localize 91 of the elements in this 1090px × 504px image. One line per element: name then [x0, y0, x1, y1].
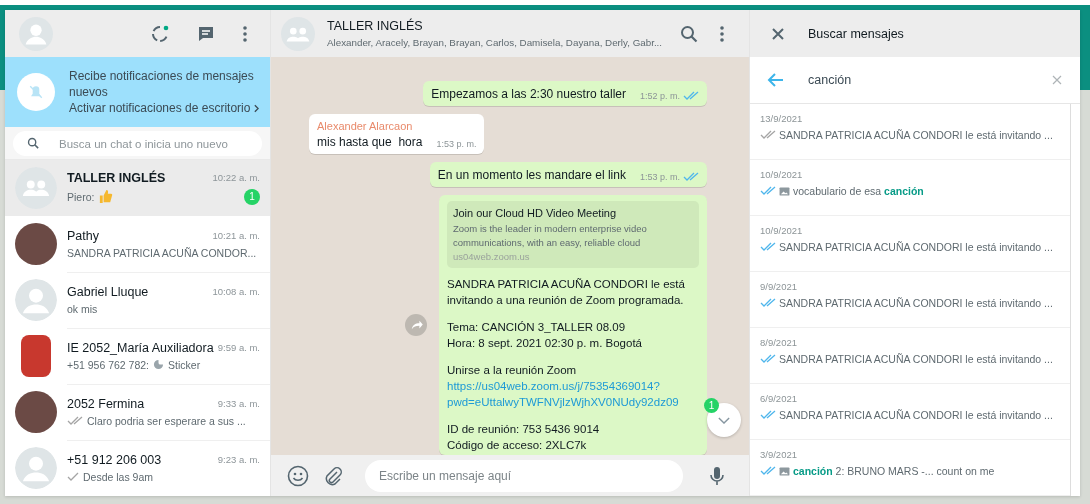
- chat-name: +51 912 206 003: [67, 452, 163, 467]
- default-avatar-icon: [15, 279, 57, 321]
- group-members: Alexander, Aracely, Brayan, Brayan, Carlos, Damisela, Dayana, Derly, Gabr...: [327, 35, 663, 50]
- message-text: Empezamos a las 2:30 nuestro taller: [431, 87, 626, 101]
- chat-time: 9:59 a. m.: [217, 342, 260, 353]
- chat-name: IE 2052_María Auxiliadora: [67, 340, 214, 355]
- chat-name: Pathy: [67, 228, 100, 243]
- chat-title[interactable]: TALLER INGLÉS: [327, 17, 663, 35]
- link-preview-title: Join our Cloud HD Video Meeting: [453, 207, 618, 219]
- chevron-down-icon: [718, 416, 730, 424]
- search-icon[interactable]: [679, 23, 699, 44]
- link-preview-card[interactable]: Join our Cloud HD Video Meeting Zoom is the leader in modern enterprise video communications, with an easy, reliable cloud us04web.zoom.us: [447, 201, 699, 268]
- result-date: 10/9/2021: [760, 169, 804, 180]
- message-sender: Piero:: [67, 190, 95, 203]
- result-date: 10/9/2021: [760, 225, 804, 236]
- unread-count: 1: [244, 188, 260, 205]
- message-preview: Claro podria ser esperare a sus ...: [87, 414, 246, 427]
- message-time: 1:53 p. m.: [639, 172, 680, 182]
- search-result[interactable]: 6/9/2021 SANDRA PATRICIA ACUÑA CONDORI le está invitando ...: [750, 384, 1070, 440]
- search-result[interactable]: 10/9/2021 SANDRA PATRICIA ACUÑA CONDORI le está invitando ...: [750, 216, 1070, 272]
- logo-placeholder: [21, 335, 51, 377]
- chat-name: Gabriel Lluque: [67, 284, 150, 299]
- message-text: SANDRA PATRICIA ACUÑA CONDORI le está invitando a una reunión de Zoom programada.: [447, 277, 686, 308]
- message-preview: Desde las 9am: [83, 470, 154, 483]
- message-input[interactable]: Escribe un mensaje aquí: [365, 459, 683, 492]
- chat-search-field[interactable]: Busca un chat o inicia uno nuevo: [13, 131, 262, 156]
- panel-title: Buscar mensajes: [808, 26, 904, 41]
- message-author: Alexander Alarcaon: [317, 120, 414, 132]
- chat-name: 2052 Fermina: [67, 396, 146, 411]
- result-text: vocabulario de esa canción: [793, 185, 924, 197]
- chat-time: 9:33 a. m.: [217, 398, 260, 409]
- result-text: SANDRA PATRICIA ACUÑA CONDORI le está invitando ...: [779, 297, 1053, 309]
- message-text: Unirse a la reunión Zoom: [447, 363, 578, 378]
- chat-time: 9:23 a. m.: [217, 454, 260, 465]
- chat-list-item[interactable]: TALLER INGLÉS 10:22 a. m. Piero: 1: [5, 160, 270, 216]
- result-date: 9/9/2021: [760, 281, 798, 292]
- enable-notifications-link[interactable]: Activar notificaciones de escritorio: [69, 100, 251, 116]
- group-avatar-icon: [15, 167, 57, 209]
- default-avatar-icon: [15, 447, 57, 489]
- chat-list-item[interactable]: IE 2052_María Auxiliadora 9:59 a. m. +51 956 762 782: Sticker: [5, 328, 270, 384]
- microphone-icon[interactable]: [707, 465, 727, 486]
- sticker-icon: [153, 359, 165, 370]
- result-text: canción 2: BRUNO MARS -... count on me: [793, 465, 995, 477]
- search-result[interactable]: 9/9/2021 SANDRA PATRICIA ACUÑA CONDORI le está invitando ...: [750, 272, 1070, 328]
- chat-time: 10:08 a. m.: [212, 286, 260, 297]
- message-text: En un momento les mandare el link: [437, 168, 626, 182]
- thumbs-up-icon: [98, 189, 114, 204]
- result-text: SANDRA PATRICIA ACUÑA CONDORI le está invitando ...: [779, 241, 1053, 253]
- message-text: Hora: 8 sept. 2021 02:30 p. m. Bogotá: [447, 336, 643, 351]
- chevron-right-icon[interactable]: [254, 103, 260, 113]
- chat-time: 10:22 a. m.: [212, 172, 260, 183]
- search-result[interactable]: 13/9/2021 SANDRA PATRICIA ACUÑA CONDORI le está invitando ...: [750, 104, 1070, 160]
- result-text: SANDRA PATRICIA ACUÑA CONDORI le está invitando ...: [779, 129, 1053, 141]
- search-result[interactable]: 8/9/2021 SANDRA PATRICIA ACUÑA CONDORI le está invitando ...: [750, 328, 1070, 384]
- chat-list-item[interactable]: 2052 Fermina 9:33 a. m. Claro podria ser esperare a sus ...: [5, 384, 270, 440]
- chat-name: TALLER INGLÉS: [67, 170, 167, 185]
- message-text: mis hasta que hora: [317, 135, 423, 149]
- double-tick-icon: [67, 415, 83, 426]
- link-preview-domain: us04web.zoom.us: [453, 250, 531, 264]
- paperclip-icon[interactable]: [323, 465, 343, 486]
- message-time: 1:53 p. m.: [436, 139, 477, 149]
- search-result[interactable]: 10/9/2021 vocabulario de esa canción: [750, 160, 1070, 216]
- search-result[interactable]: 3/9/2021 canción 2: BRUNO MARS -... count on me: [750, 440, 1070, 496]
- message-text: Código de acceso: 2XLC7k: [447, 438, 588, 453]
- result-date: 13/9/2021: [760, 113, 804, 124]
- emoji-icon[interactable]: [287, 464, 309, 487]
- chat-time: 10:21 a. m.: [212, 230, 260, 241]
- tick-icon: [67, 471, 79, 482]
- message-time: 1:52 p. m.: [639, 91, 680, 101]
- message-preview: SANDRA PATRICIA ACUÑA CONDOR...: [67, 246, 257, 259]
- result-date: 6/9/2021: [760, 393, 798, 404]
- status-icon[interactable]: [150, 23, 170, 44]
- menu-icon[interactable]: [242, 23, 248, 44]
- chat-list-item[interactable]: +51 912 206 003 9:23 a. m. Desde las 9am: [5, 440, 270, 496]
- chat-list-item[interactable]: Gabriel Lluque 10:08 a. m. ok mis: [5, 272, 270, 328]
- message-text: ID de reunión: 753 5436 9014: [447, 422, 601, 437]
- result-text: SANDRA PATRICIA ACUÑA CONDORI le está invitando ...: [779, 353, 1053, 365]
- message-preview: Sticker: [168, 358, 201, 371]
- photo-placeholder: [15, 391, 57, 433]
- message-sender: +51 956 762 782:: [67, 358, 150, 371]
- result-text: SANDRA PATRICIA ACUÑA CONDORI le está invitando ...: [779, 409, 1053, 421]
- result-date: 3/9/2021: [760, 449, 798, 460]
- notification-title: Recibe notificaciones de mensajes nuevos: [69, 68, 255, 100]
- message-preview: ok mis: [67, 302, 98, 315]
- menu-icon[interactable]: [719, 23, 725, 44]
- chat-list-item[interactable]: Pathy 10:21 a. m. SANDRA PATRICIA ACUÑA CONDOR...: [5, 216, 270, 272]
- link-preview-description: Zoom is the leader in modern enterprise video communications, with an easy, reliable cloud: [453, 222, 648, 250]
- result-date: 8/9/2021: [760, 337, 798, 348]
- photo-placeholder: [15, 223, 57, 265]
- message-text: Tema: CANCIÓN 3_TALLER 08.09: [447, 320, 627, 335]
- bell-off-icon: [17, 73, 55, 111]
